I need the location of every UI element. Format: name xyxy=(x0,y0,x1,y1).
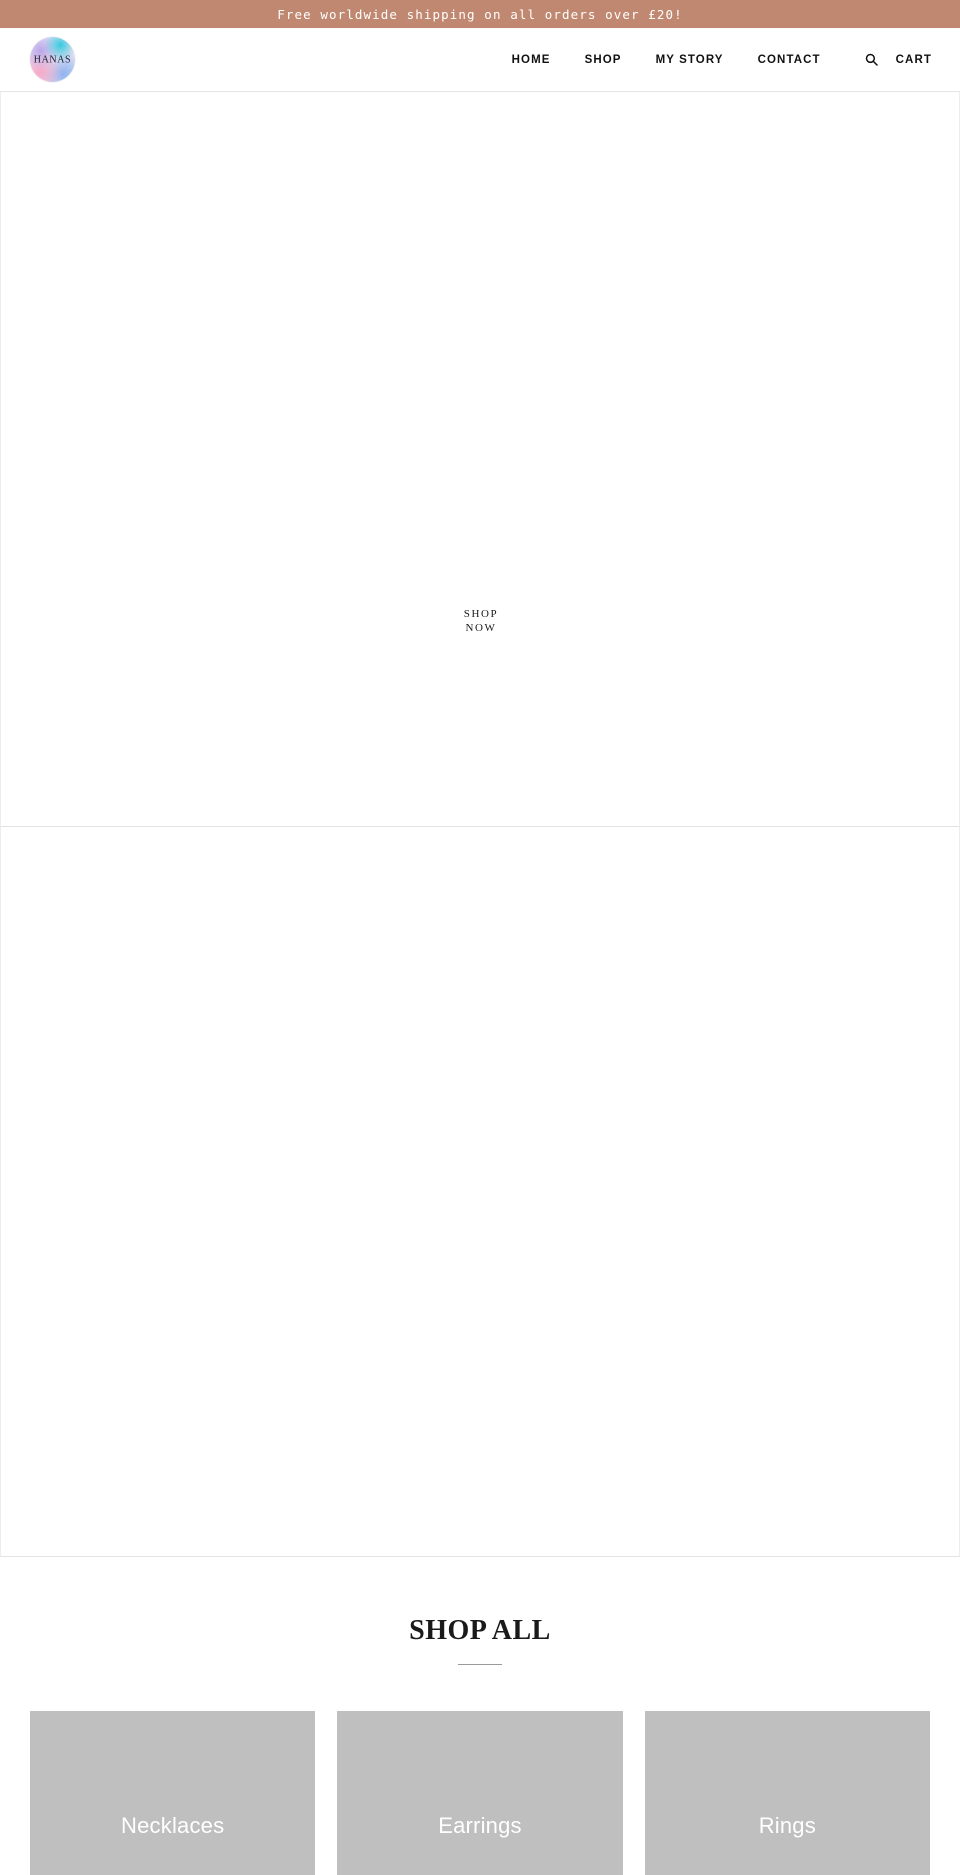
category-card-necklaces[interactable]: Necklaces xyxy=(30,1711,316,1875)
shop-all-divider xyxy=(458,1664,502,1665)
announcement-bar: Free worldwide shipping on all orders ov… xyxy=(0,0,960,28)
site-logo-text: HANAS xyxy=(33,53,72,65)
nav-item-shop[interactable]: SHOP xyxy=(585,54,622,66)
cart-link[interactable]: CART xyxy=(896,54,932,66)
category-card-label: Necklaces xyxy=(121,1813,225,1838)
category-card-grid: Necklaces Earrings Rings xyxy=(0,1711,960,1875)
nav-item-home[interactable]: HOME xyxy=(512,54,551,66)
hero-slide-2: SHOP NOW xyxy=(0,827,960,1557)
category-card-label: Rings xyxy=(758,1813,816,1838)
site-logo[interactable]: HANAS xyxy=(30,37,75,82)
hero-1-shop-now-link[interactable]: SHOP NOW xyxy=(464,608,499,636)
announcement-text: Free worldwide shipping on all orders ov… xyxy=(277,6,683,22)
nav-item-contact[interactable]: CONTACT xyxy=(758,54,821,66)
search-icon[interactable] xyxy=(865,53,878,66)
main-navigation: HOME SHOP MY STORY CONTACT CART xyxy=(512,53,932,66)
nav-item-my-story[interactable]: MY STORY xyxy=(656,54,724,66)
category-card-rings[interactable]: Rings xyxy=(644,1711,930,1875)
hero-1-cta-line-2: NOW xyxy=(465,621,497,634)
category-card-earrings[interactable]: Earrings xyxy=(337,1711,623,1875)
shop-all-section: SHOP ALL Necklaces Earrings Rings xyxy=(0,1557,960,1875)
shop-all-title: SHOP ALL xyxy=(409,1615,551,1646)
category-card-label: Earrings xyxy=(438,1813,522,1838)
hero-slide-1: SHOP NOW xyxy=(0,92,960,827)
site-header: HANAS HOME SHOP MY STORY CONTACT CART xyxy=(0,28,960,92)
hero-1-cta-line-1: SHOP xyxy=(463,608,499,620)
